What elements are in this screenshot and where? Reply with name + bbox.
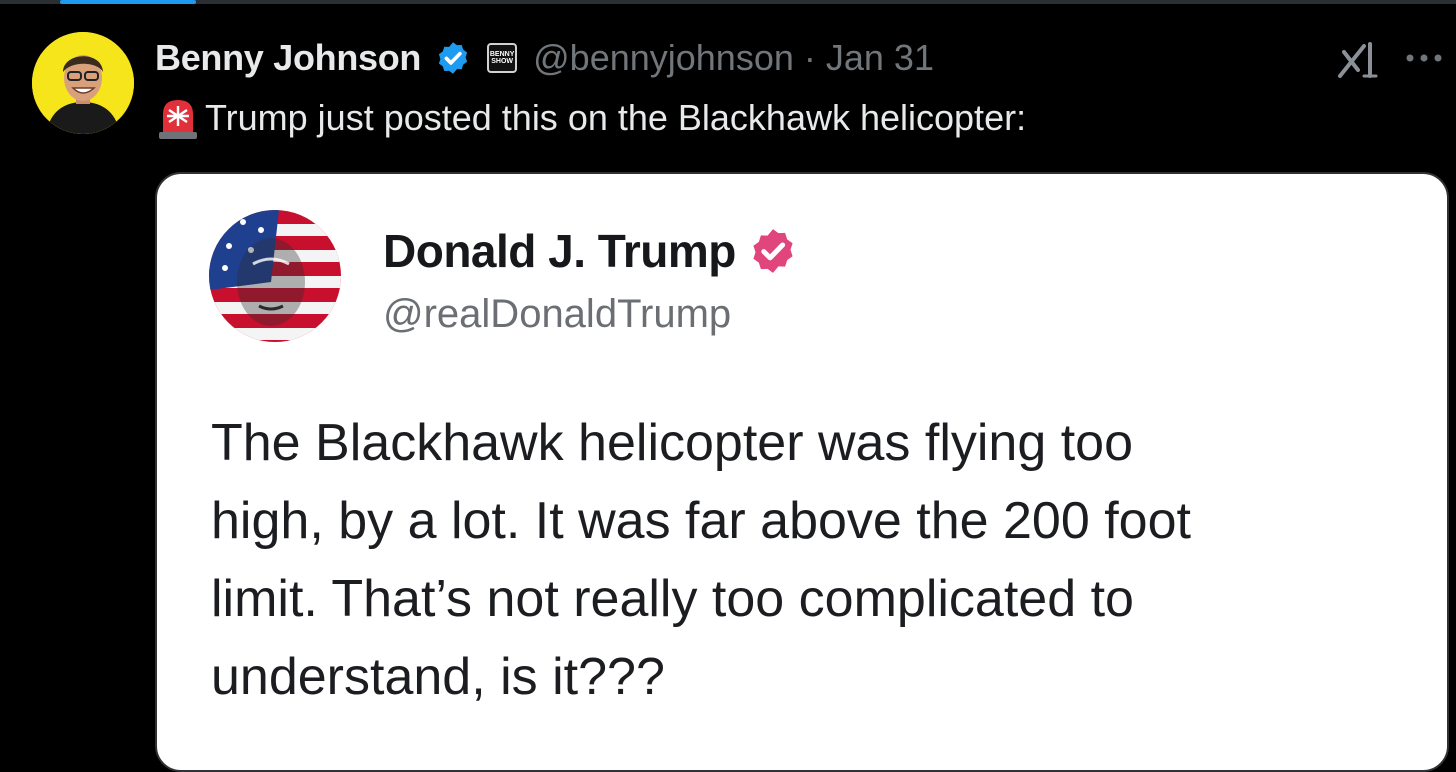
quoted-post-body: The Blackhawk helicopter was flying too … [211, 404, 1411, 716]
author-display-name[interactable]: Benny Johnson [155, 37, 421, 79]
quoted-avatar [209, 210, 341, 342]
siren-icon [159, 100, 197, 139]
quoted-body-line: understand, is it??? [211, 648, 665, 706]
post-text: Trump just posted this on the Blackhawk … [155, 94, 1026, 142]
quoted-author-handle: @realDonaldTrump [383, 292, 732, 336]
top-divider [0, 0, 1456, 4]
quoted-name-text: Donald J. Trump [383, 225, 736, 277]
quoted-body-line: high, by a lot. It was far above the 200… [211, 492, 1191, 550]
embedded-image-card[interactable]: Donald J. Trump @realDonaldTrump The Bla… [155, 172, 1449, 772]
quoted-author-name: Donald J. Trump [383, 224, 798, 278]
post-date[interactable]: Jan 31 [826, 37, 934, 79]
post-header: Benny Johnson BENNY SHOW @bennyjohnson ·… [155, 36, 934, 80]
post-text-content: Trump just posted this on the Blackhawk … [205, 97, 1027, 138]
author-avatar[interactable] [32, 32, 134, 134]
affiliate-badge[interactable]: BENNY SHOW [487, 43, 518, 73]
active-tab-indicator [60, 0, 196, 4]
quoted-body-line: The Blackhawk helicopter was flying too [211, 414, 1134, 472]
affiliate-badge-label: BENNY SHOW [489, 51, 515, 65]
grok-icon[interactable] [1336, 40, 1384, 80]
more-options-icon[interactable] [1402, 40, 1446, 76]
header-separator: · [803, 37, 816, 78]
verified-badge-pink-icon [753, 229, 793, 273]
quoted-body-line: limit. That’s not really too complicated… [211, 570, 1134, 628]
author-handle[interactable]: @bennyjohnson [533, 37, 794, 79]
verified-badge-icon[interactable] [435, 40, 471, 76]
